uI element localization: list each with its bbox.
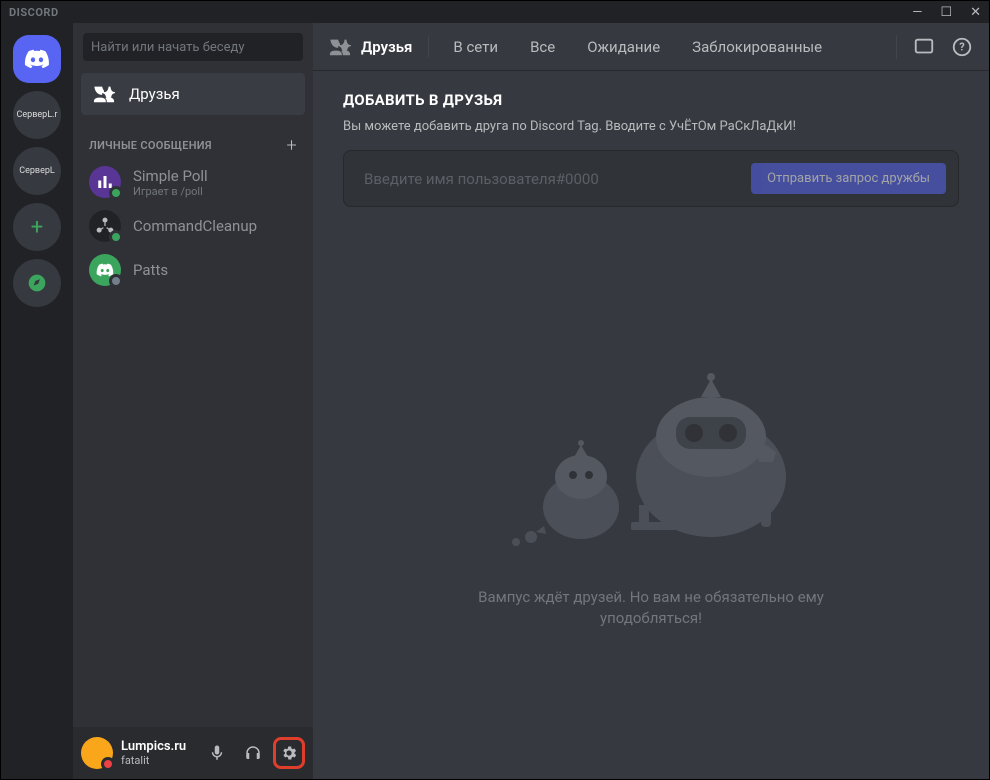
tab-pending[interactable]: Ожидание [579, 36, 668, 58]
minimize-button[interactable]: — [912, 6, 922, 19]
user-avatar[interactable] [81, 737, 113, 769]
empty-state: Вампус ждёт друзей. Но вам не обязательн… [343, 227, 959, 759]
user-name: Lumpics.ru [121, 739, 193, 754]
help-icon: ? [951, 36, 973, 58]
friends-icon [329, 36, 351, 58]
explore-servers-button[interactable] [13, 259, 61, 307]
dm-info: Simple Poll Играет в /poll [133, 167, 208, 198]
avatar [89, 210, 121, 242]
add-friend-subtitle: Вы можете добавить друга по Discord Tag.… [343, 119, 959, 134]
status-online-icon [109, 230, 123, 244]
screen-icon [913, 36, 935, 58]
headphones-icon [244, 744, 262, 762]
divider [896, 35, 897, 59]
user-info: Lumpics.ru fatalit [121, 739, 193, 767]
status-offline-icon [109, 274, 123, 288]
new-group-dm-button[interactable] [913, 36, 935, 58]
close-button[interactable]: ✕ [970, 6, 981, 19]
add-server-button[interactable]: + [13, 203, 61, 251]
topbar-friends-heading: Друзья [329, 36, 429, 58]
help-button[interactable]: ? [951, 36, 973, 58]
guild-item[interactable]: СерверL [13, 147, 61, 195]
dm-info: CommandCleanup [133, 217, 257, 235]
add-friend-title: ДОБАВИТЬ В ДРУЗЬЯ [343, 91, 959, 109]
user-tag: fatalit [121, 754, 193, 767]
compass-icon [27, 273, 47, 293]
titlebar: DISCORD — ☐ ✕ [1, 1, 989, 23]
home-button[interactable] [13, 35, 61, 83]
friends-icon [93, 83, 115, 105]
status-online-icon [109, 186, 123, 200]
topbar-title: Друзья [361, 38, 412, 56]
dm-header-label: ЛИЧНЫЕ СООБЩЕНИЯ [89, 139, 212, 152]
microphone-icon [208, 744, 226, 762]
topbar: Друзья В сети Все Ожидание Заблокированн… [313, 23, 989, 71]
status-dnd-icon [101, 757, 115, 771]
friends-label: Друзья [129, 85, 180, 103]
main-content: Друзья В сети Все Ожидание Заблокированн… [313, 23, 989, 779]
send-friend-request-button[interactable]: Отправить запрос дружбы [751, 163, 946, 194]
empty-state-text: Вампус ждёт друзей. Но вам не обязательн… [441, 587, 861, 629]
friends-nav-button[interactable]: Друзья [81, 73, 305, 115]
app-window: DISCORD — ☐ ✕ СерверL.r СерверL + Найти … [0, 0, 990, 780]
dm-item[interactable]: Patts [81, 249, 305, 291]
find-conversation-input[interactable]: Найти или начать беседу [83, 33, 303, 61]
add-friend-input[interactable] [356, 166, 751, 192]
dm-activity: Играет в /poll [133, 185, 208, 198]
maximize-button[interactable]: ☐ [940, 6, 952, 19]
content-area: ДОБАВИТЬ В ДРУЗЬЯ Вы можете добавить дру… [313, 71, 989, 779]
topbar-right: ? [896, 35, 973, 59]
create-dm-button[interactable]: + [287, 135, 297, 156]
discord-logo-icon [24, 49, 50, 69]
dm-item[interactable]: CommandCleanup [81, 205, 305, 247]
add-friend-row: Отправить запрос дружбы [343, 150, 959, 207]
user-settings-button[interactable] [273, 737, 305, 769]
deafen-button[interactable] [237, 737, 269, 769]
dm-name: CommandCleanup [133, 217, 257, 235]
dm-section-header: ЛИЧНЫЕ СООБЩЕНИЯ + [89, 135, 297, 156]
user-panel: Lumpics.ru fatalit [73, 727, 313, 779]
window-controls: — ☐ ✕ [912, 6, 981, 19]
mute-button[interactable] [201, 737, 233, 769]
dm-info: Patts [133, 261, 168, 279]
tab-all[interactable]: Все [522, 36, 563, 58]
app-body: СерверL.r СерверL + Найти или начать бес… [1, 23, 989, 779]
avatar [89, 254, 121, 286]
dm-name: Patts [133, 261, 168, 279]
user-controls [201, 737, 305, 769]
channel-sidebar: Найти или начать беседу Друзья ЛИЧНЫЕ СО… [73, 23, 313, 779]
gear-icon [280, 744, 298, 762]
dm-name: Simple Poll [133, 167, 208, 185]
guild-sidebar: СерверL.r СерверL + [1, 23, 73, 779]
tab-blocked[interactable]: Заблокированные [684, 36, 830, 58]
wumpus-illustration [461, 357, 841, 557]
tab-online[interactable]: В сети [445, 36, 506, 58]
avatar [89, 166, 121, 198]
svg-text:?: ? [959, 40, 965, 53]
app-logo: DISCORD [9, 6, 59, 19]
guild-item[interactable]: СерверL.r [13, 91, 61, 139]
dm-item[interactable]: Simple Poll Играет в /poll [81, 161, 305, 203]
